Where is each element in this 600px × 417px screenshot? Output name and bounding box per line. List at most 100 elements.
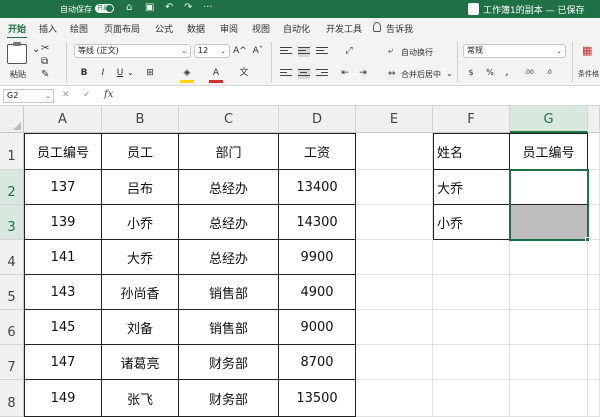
cut-icon[interactable]: ✂: [41, 43, 49, 54]
bold-button[interactable]: B: [77, 66, 91, 80]
align-bottom-icon[interactable]: [316, 47, 328, 57]
column-header-c[interactable]: C: [179, 106, 279, 133]
decrease-font-button[interactable]: Aˇ: [251, 44, 265, 58]
cell[interactable]: [356, 380, 433, 417]
table-cell[interactable]: 149: [24, 380, 102, 417]
percent-icon[interactable]: %: [483, 66, 497, 80]
more-icon[interactable]: ···: [203, 2, 213, 13]
cell[interactable]: [433, 345, 510, 380]
cell[interactable]: [433, 275, 510, 310]
table-cell[interactable]: 14300: [279, 205, 356, 240]
row-header-5[interactable]: 5: [0, 275, 24, 310]
column-header-b[interactable]: B: [102, 106, 179, 133]
cell[interactable]: [510, 345, 588, 380]
accounting-format-icon[interactable]: $: [464, 66, 478, 80]
comma-style-icon[interactable]: ‚: [500, 66, 514, 80]
column-header-h[interactable]: [588, 106, 600, 133]
decrease-decimal-icon[interactable]: .0: [542, 66, 556, 80]
tab-automate[interactable]: 自动化: [283, 22, 310, 35]
lookup-id-cell[interactable]: [510, 205, 588, 240]
lookup-header-id[interactable]: 员工编号: [510, 133, 588, 170]
name-box[interactable]: G2 ⌄: [3, 89, 54, 103]
table-header-cell[interactable]: 工资: [279, 133, 356, 170]
table-cell[interactable]: 9900: [279, 240, 356, 275]
table-cell[interactable]: 刘备: [102, 310, 179, 345]
table-cell[interactable]: 143: [24, 275, 102, 310]
table-header-cell[interactable]: 员工: [102, 133, 179, 170]
copy-icon[interactable]: ⧉: [41, 56, 48, 67]
phonetic-icon[interactable]: 文: [237, 66, 251, 80]
format-painter-icon[interactable]: ✎: [41, 69, 49, 80]
tab-insert[interactable]: 插入: [39, 22, 57, 35]
wrap-text-icon[interactable]: ⤶: [388, 46, 393, 56]
cell[interactable]: [433, 240, 510, 275]
tab-formulas[interactable]: 公式: [155, 22, 173, 35]
table-cell[interactable]: 大乔: [102, 240, 179, 275]
column-header-e[interactable]: E: [356, 106, 433, 133]
row-header-7[interactable]: 7: [0, 345, 24, 380]
cell[interactable]: [433, 380, 510, 417]
align-center-icon[interactable]: [298, 69, 310, 79]
tab-draw[interactable]: 绘图: [70, 22, 88, 35]
number-format-select[interactable]: 常规 ⌄: [463, 44, 566, 58]
tab-page-layout[interactable]: 页面布局: [104, 22, 140, 35]
row-header-1[interactable]: 1: [0, 133, 24, 170]
row-header-8[interactable]: 8: [0, 380, 24, 417]
merge-center-button[interactable]: 合并后居中: [401, 69, 441, 80]
table-cell[interactable]: 141: [24, 240, 102, 275]
table-header-cell[interactable]: 部门: [179, 133, 279, 170]
italic-button[interactable]: I: [96, 66, 110, 80]
row-header-4[interactable]: 4: [0, 240, 24, 275]
dropdown-arrow-icon[interactable]: ⌄: [32, 44, 40, 55]
decrease-indent-icon[interactable]: ⇤: [338, 66, 352, 80]
cell[interactable]: [356, 205, 433, 240]
orientation-icon[interactable]: ⤢: [342, 44, 356, 58]
increase-decimal-icon[interactable]: .00: [522, 66, 536, 80]
cell[interactable]: [510, 310, 588, 345]
table-cell[interactable]: 财务部: [179, 380, 279, 417]
tab-developer[interactable]: 开发工具: [326, 22, 362, 35]
table-cell[interactable]: 财务部: [179, 345, 279, 380]
wrap-text-button[interactable]: 自动换行: [401, 47, 433, 58]
cell[interactable]: [588, 275, 600, 310]
fill-handle[interactable]: [585, 237, 590, 242]
column-header-a[interactable]: A: [24, 106, 102, 133]
fill-color-icon[interactable]: ◈: [180, 66, 194, 80]
lookup-name-cell[interactable]: 大乔: [433, 170, 510, 205]
enter-icon[interactable]: ✓: [83, 90, 91, 100]
table-cell[interactable]: 13400: [279, 170, 356, 205]
table-cell[interactable]: 销售部: [179, 310, 279, 345]
table-cell[interactable]: 147: [24, 345, 102, 380]
cell[interactable]: [356, 240, 433, 275]
conditional-format-button[interactable]: 条件格: [578, 69, 599, 79]
paste-icon[interactable]: [7, 42, 27, 64]
cell[interactable]: [356, 133, 433, 170]
table-cell[interactable]: 小乔: [102, 205, 179, 240]
table-cell[interactable]: 诸葛亮: [102, 345, 179, 380]
paste-label[interactable]: 粘贴: [10, 69, 26, 80]
table-cell[interactable]: 13500: [279, 380, 356, 417]
cell[interactable]: [433, 310, 510, 345]
redo-icon[interactable]: ↷: [184, 2, 192, 13]
table-cell[interactable]: 孙尚香: [102, 275, 179, 310]
cancel-icon[interactable]: ✕: [62, 90, 70, 100]
cell[interactable]: [588, 240, 600, 275]
cell[interactable]: [588, 345, 600, 380]
cell[interactable]: [588, 310, 600, 345]
tab-view[interactable]: 视图: [252, 22, 270, 35]
align-middle-icon[interactable]: [298, 47, 310, 57]
lookup-id-cell[interactable]: [510, 170, 588, 205]
align-left-icon[interactable]: [280, 69, 292, 79]
cell[interactable]: [356, 170, 433, 205]
tab-data[interactable]: 数据: [187, 22, 205, 35]
cell[interactable]: [510, 380, 588, 417]
tab-review[interactable]: 审阅: [220, 22, 238, 35]
row-header-2[interactable]: 2: [0, 170, 24, 205]
increase-font-button[interactable]: A^: [233, 44, 247, 58]
font-name-select[interactable]: 等线 (正文) ⌄: [74, 44, 191, 58]
table-cell[interactable]: 总经办: [179, 205, 279, 240]
align-right-icon[interactable]: [316, 69, 328, 79]
column-header-d[interactable]: D: [279, 106, 356, 133]
table-cell[interactable]: 8700: [279, 345, 356, 380]
cell[interactable]: [588, 380, 600, 417]
